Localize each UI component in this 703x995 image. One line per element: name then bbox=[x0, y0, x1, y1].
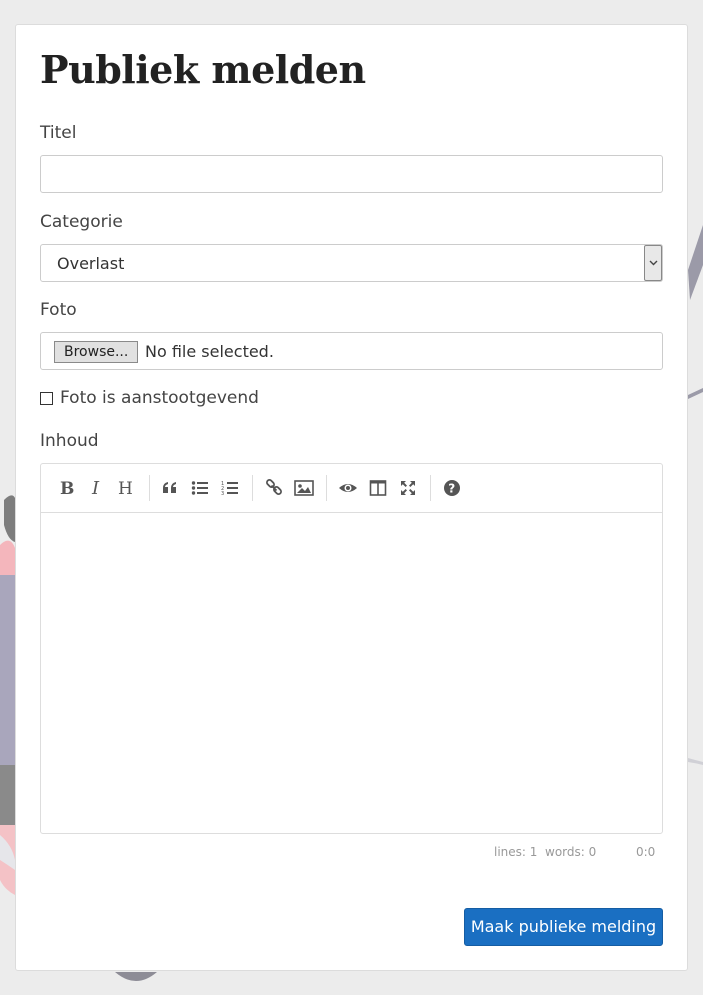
title-input[interactable] bbox=[40, 155, 663, 193]
editor-text-area[interactable] bbox=[41, 514, 662, 833]
page-title: Publiek melden bbox=[40, 47, 366, 92]
offensive-photo-checkbox[interactable] bbox=[40, 392, 53, 405]
submit-report-button[interactable]: Maak publieke melding bbox=[464, 908, 663, 946]
category-selected-value: Overlast bbox=[57, 254, 125, 273]
preview-icon[interactable] bbox=[336, 476, 360, 500]
svg-text:3: 3 bbox=[221, 491, 224, 497]
chevron-down-icon bbox=[649, 260, 658, 266]
quote-icon[interactable] bbox=[158, 476, 182, 500]
photo-label: Foto bbox=[40, 300, 77, 320]
toolbar-separator bbox=[326, 475, 327, 501]
status-lines: lines: 1 bbox=[494, 845, 538, 859]
toolbar-separator bbox=[149, 475, 150, 501]
svg-text:H: H bbox=[118, 479, 133, 497]
image-icon[interactable] bbox=[292, 476, 316, 500]
svg-text:I: I bbox=[91, 479, 100, 497]
dropdown-button[interactable] bbox=[644, 245, 662, 281]
bold-icon[interactable]: B bbox=[54, 476, 78, 500]
browse-button[interactable]: Browse... bbox=[54, 341, 139, 363]
svg-text:?: ? bbox=[448, 482, 455, 496]
status-words: words: 0 bbox=[545, 845, 597, 859]
editor-toolbar: B I H 1 2 3 ? bbox=[41, 464, 662, 513]
offensive-photo-label: Foto is aanstootgevend bbox=[60, 388, 259, 408]
ordered-list-icon[interactable]: 1 2 3 bbox=[218, 476, 242, 500]
photo-file-input[interactable]: Browse... No file selected. bbox=[40, 332, 663, 370]
content-label: Inhoud bbox=[40, 431, 99, 451]
guide-icon[interactable]: ? bbox=[440, 476, 464, 500]
unordered-list-icon[interactable] bbox=[188, 476, 212, 500]
toolbar-separator bbox=[430, 475, 431, 501]
markdown-editor: B I H 1 2 3 ? bbox=[40, 463, 663, 834]
category-select[interactable]: Overlast bbox=[40, 244, 663, 282]
report-form-card: Publiek melden Titel Categorie Overlast … bbox=[15, 24, 688, 971]
svg-text:B: B bbox=[60, 479, 74, 497]
fullscreen-icon[interactable] bbox=[396, 476, 420, 500]
status-cursor: 0:0 bbox=[636, 845, 656, 859]
file-status-text: No file selected. bbox=[145, 342, 274, 361]
italic-icon[interactable]: I bbox=[84, 476, 108, 500]
title-label: Titel bbox=[40, 123, 77, 143]
toolbar-separator bbox=[252, 475, 253, 501]
side-by-side-icon[interactable] bbox=[366, 476, 390, 500]
link-icon[interactable] bbox=[262, 476, 286, 500]
heading-icon[interactable]: H bbox=[114, 476, 138, 500]
category-label: Categorie bbox=[40, 212, 123, 232]
